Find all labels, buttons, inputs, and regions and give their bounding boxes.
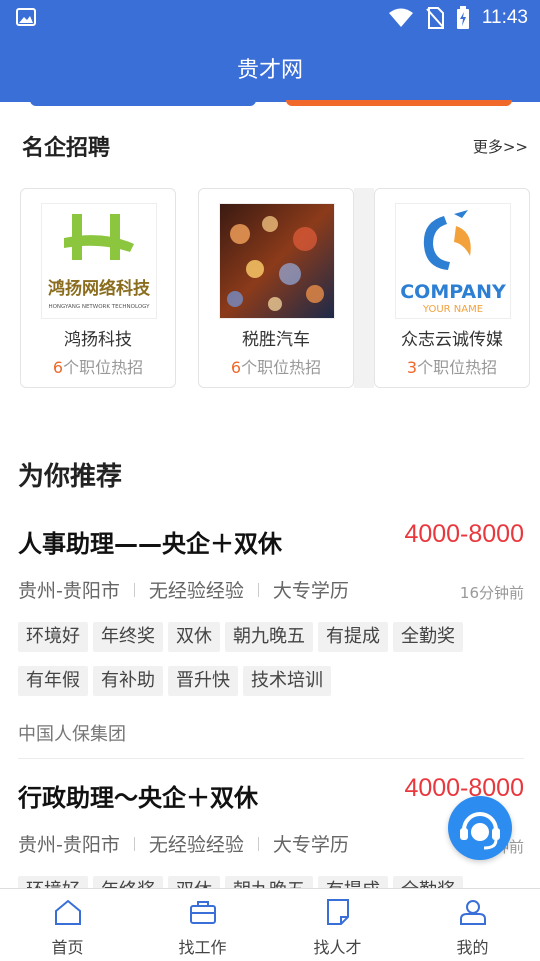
briefcase-icon — [189, 901, 216, 924]
job-meta: 贵州-贵阳市 无经验经验 大专学历 — [18, 576, 349, 603]
bottom-tab-bar: 首页 找工作 找人才 我的 — [0, 888, 540, 961]
job-title: 人事助理——央企＋双休 — [18, 530, 282, 558]
headset-icon — [460, 812, 500, 850]
job-education: 大专学历 — [272, 834, 349, 856]
company-card[interactable]: 税胜汽车 6个职位热招 — [198, 188, 354, 388]
page-title: 贵才网 — [236, 58, 303, 83]
company-job-count: 3个职位热招 — [375, 354, 529, 378]
tab-label: 找人才 — [313, 938, 362, 957]
job-company: 中国人保集团 — [18, 724, 126, 745]
home-icon — [54, 899, 81, 925]
company-job-count: 6个职位热招 — [21, 354, 175, 378]
job-tag: 全勤奖 — [393, 876, 463, 888]
job-tag: 双休 — [168, 622, 220, 652]
job-tag: 晋升快 — [168, 666, 238, 696]
company-logo — [219, 203, 335, 319]
job-post-time: 16分钟前 — [459, 584, 524, 602]
company-logo: 鸿扬网络科技 HONGYANG NETWORK TECHNOLOGY — [41, 203, 157, 319]
meta-separator — [257, 836, 259, 851]
company-job-count: 6个职位热招 — [199, 354, 353, 378]
job-count-suffix: 个职位热招 — [63, 358, 144, 377]
company-name: 鸿扬科技 — [64, 330, 132, 350]
carousel-divider — [354, 188, 374, 388]
job-tag: 双休 — [168, 876, 220, 888]
famous-companies-header: 名企招聘 更多>> — [22, 130, 528, 162]
job-tag: 朝九晚五 — [225, 622, 313, 652]
job-tags: 环境好年终奖双休朝九晚五有提成全勤奖 — [18, 876, 524, 888]
logo-text: COMPANY — [400, 281, 506, 303]
tab-label: 找工作 — [178, 938, 227, 957]
job-tag: 环境好 — [18, 876, 88, 888]
document-icon — [326, 899, 349, 925]
company-name: 税胜汽车 — [242, 330, 310, 350]
job-salary: 4000-8000 — [404, 520, 524, 548]
tab-find-job[interactable]: 找工作 — [135, 889, 270, 961]
job-title: 行政助理～央企＋双休 — [18, 784, 258, 812]
status-time: 11:43 — [481, 7, 528, 28]
job-tag: 朝九晚五 — [225, 876, 313, 888]
job-location: 贵州-贵阳市 — [18, 580, 120, 602]
logo-subtext: HONGYANG NETWORK TECHNOLOGY — [48, 304, 150, 310]
battery-icon — [456, 6, 469, 29]
job-count-number: 3 — [406, 358, 418, 377]
company-card[interactable]: 鸿扬网络科技 HONGYANG NETWORK TECHNOLOGY 鸿扬科技 … — [20, 188, 176, 388]
tab-label: 我的 — [456, 938, 489, 957]
company-name: 众志云诚传媒 — [401, 330, 503, 350]
recommend-title: 为你推荐 — [18, 462, 123, 492]
job-count-suffix: 个职位热招 — [241, 358, 322, 377]
job-tags: 环境好 年终奖 双休 朝九晚五 有提成 全勤奖有年假 有补助 晋升快 技术培训 — [18, 622, 524, 710]
job-tag: 有补助 — [93, 666, 163, 696]
user-icon — [459, 900, 486, 925]
tab-find-talent[interactable]: 找人才 — [270, 889, 405, 961]
job-tag: 有提成 — [318, 876, 388, 888]
job-location: 贵州-贵阳市 — [18, 834, 120, 856]
status-bar: 11:43 — [0, 0, 540, 36]
job-meta: 贵州-贵阳市 无经验经验 大专学历 — [18, 830, 349, 857]
job-education: 大专学历 — [272, 580, 349, 602]
meta-separator — [133, 582, 135, 597]
job-tag: 有年假 — [18, 666, 88, 696]
tab-label: 首页 — [51, 938, 84, 957]
company-card[interactable]: COMPANY YOUR NAME 众志云诚传媒 3个职位热招 — [374, 188, 530, 388]
job-tag: 年终奖 — [93, 876, 163, 888]
job-divider — [18, 758, 524, 759]
job-tag: 技术培训 — [243, 666, 331, 696]
job-tag: 全勤奖 — [393, 622, 463, 652]
job-count-number: 6 — [52, 358, 64, 377]
job-count-number: 6 — [230, 358, 242, 377]
company-carousel[interactable]: 鸿扬网络科技 HONGYANG NETWORK TECHNOLOGY 鸿扬科技 … — [20, 188, 540, 390]
app-bar: 贵才网 — [0, 36, 540, 106]
job-count-suffix: 个职位热招 — [417, 358, 498, 377]
no-sim-icon — [426, 7, 444, 29]
job-tag: 年终奖 — [93, 622, 163, 652]
meta-separator — [257, 582, 259, 597]
tab-home[interactable]: 首页 — [0, 889, 135, 961]
logo-text: 鸿扬网络科技 — [48, 278, 151, 299]
image-icon — [16, 8, 36, 26]
wifi-icon — [388, 8, 413, 27]
section-title: 名企招聘 — [22, 136, 111, 161]
customer-service-button[interactable] — [448, 796, 512, 860]
job-tag: 环境好 — [18, 622, 88, 652]
more-link[interactable]: 更多>> — [473, 136, 528, 157]
job-experience: 无经验经验 — [148, 580, 244, 602]
main-content[interactable]: 名企招聘 更多>> 鸿扬网络科技 HONGYANG NETWORK TECHNO… — [0, 102, 540, 888]
logo-subtext: YOUR NAME — [422, 304, 483, 315]
job-experience: 无经验经验 — [148, 834, 244, 856]
company-logo: COMPANY YOUR NAME — [395, 203, 511, 319]
job-tag: 有提成 — [318, 622, 388, 652]
meta-separator — [133, 836, 135, 851]
tab-mine[interactable]: 我的 — [405, 889, 540, 961]
